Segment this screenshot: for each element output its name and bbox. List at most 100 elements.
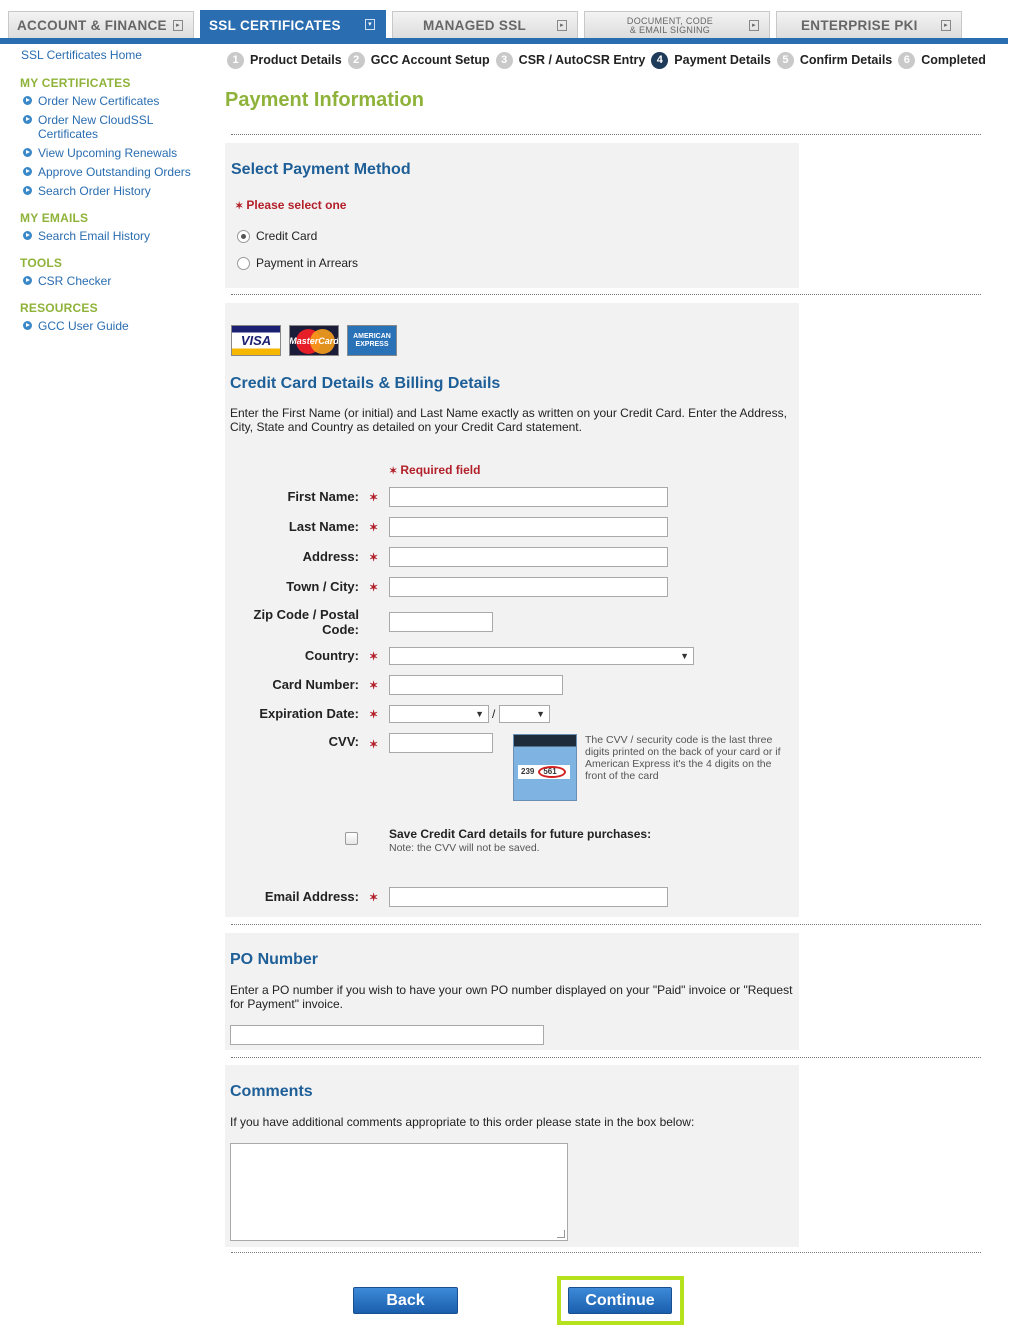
card-number-label: Card Number: [272, 677, 359, 692]
sidebar-item-label: CSR Checker [38, 274, 112, 288]
arrow-bullet-icon [23, 167, 32, 176]
top-navigation: ACCOUNT & FINANCE ▸ SSL CERTIFICATES ▾ M… [0, 0, 1012, 45]
zip-code-input[interactable] [389, 612, 493, 632]
mastercard-logo-icon: MasterCard [289, 325, 339, 356]
po-number-text: Enter a PO number if you wish to have yo… [230, 983, 793, 1011]
last-name-label: Last Name: [288, 519, 359, 534]
step-number: 4 [651, 51, 669, 69]
save-card-note: Note: the CVV will not be saved. [389, 842, 540, 854]
radio-button[interactable] [237, 229, 250, 243]
sidebar-item-approve-outstanding-orders[interactable]: Approve Outstanding Orders [23, 165, 191, 179]
tab-account-finance[interactable]: ACCOUNT & FINANCE ▸ [8, 11, 194, 39]
expiration-month-select[interactable]: ▼ [389, 705, 489, 723]
card-number-input[interactable] [389, 675, 563, 695]
card-back-cvv-icon: 239 561 [513, 734, 577, 801]
tab-label-line2: & EMAIL SIGNING [629, 24, 711, 35]
card-logos: VISA MasterCard AMERICAN EXPRESS [231, 325, 397, 356]
sidebar-heading-tools: TOOLS [20, 256, 63, 270]
tab-managed-ssl[interactable]: MANAGED SSL ▸ [392, 11, 578, 39]
radio-label: Credit Card [256, 229, 318, 243]
chevron-right-icon: ▸ [941, 20, 951, 31]
step-product-details: 1 Product Details [227, 51, 342, 69]
arrow-bullet-icon [23, 148, 32, 157]
po-number-title: PO Number [230, 951, 319, 968]
step-gcc-account-setup: 2 GCC Account Setup [347, 51, 490, 69]
billing-details-title: Credit Card Details & Billing Details [230, 375, 501, 392]
required-note-text: Please select one [246, 198, 347, 212]
divider [231, 1057, 981, 1058]
required-asterisk-icon: ✶ [369, 680, 379, 692]
radio-payment-in-arrears[interactable]: Payment in Arrears [237, 256, 358, 270]
email-input[interactable] [389, 887, 668, 907]
sidebar-item-label: Search Order History [38, 184, 151, 198]
sidebar-item-label: Approve Outstanding Orders [38, 165, 191, 179]
step-payment-details: 4 Payment Details [651, 51, 771, 69]
po-number-input[interactable] [230, 1025, 544, 1045]
asterisk-icon: ✶ [389, 466, 398, 477]
sidebar-item-order-new-cloudssl[interactable]: Order New CloudSSL Certificates [23, 113, 153, 141]
back-button[interactable]: Back [353, 1287, 458, 1314]
sidebar-item-order-new-certificates[interactable]: Order New Certificates [23, 94, 159, 108]
step-csr-entry: 3 CSR / AutoCSR Entry [495, 51, 645, 69]
sidebar-item-label: Order New Certificates [38, 94, 160, 108]
sidebar-link-ssl-home[interactable]: SSL Certificates Home [21, 48, 142, 62]
resize-grip-icon[interactable] [557, 1230, 565, 1238]
last-name-input[interactable] [389, 517, 668, 537]
town-city-label: Town / City: [286, 579, 359, 594]
sidebar-item-gcc-user-guide[interactable]: GCC User Guide [23, 319, 129, 333]
town-city-input[interactable] [389, 577, 668, 597]
sidebar-item-label: Order New CloudSSL Certificates [38, 113, 153, 141]
tab-label: ACCOUNT & FINANCE [17, 18, 167, 33]
required-asterisk-icon: ✶ [369, 552, 379, 564]
step-number: 1 [227, 51, 244, 69]
required-field-note: ✶ Required field [389, 463, 480, 477]
save-card-checkbox[interactable] [345, 832, 358, 845]
step-number: 2 [347, 51, 365, 69]
dropdown-arrow-icon: ▼ [475, 709, 484, 719]
step-label: Payment Details [674, 53, 771, 67]
tab-document-code-email-signing[interactable]: DOCUMENT, CODE & EMAIL SIGNING ▸ [584, 11, 770, 39]
expiration-year-select[interactable]: ▼ [499, 705, 550, 723]
chevron-right-icon: ▸ [749, 20, 759, 31]
step-number: 3 [495, 51, 513, 69]
continue-button[interactable]: Continue [568, 1287, 672, 1314]
arrow-bullet-icon [23, 115, 32, 124]
payment-method-title: Select Payment Method [231, 161, 411, 178]
email-label: Email Address: [264, 889, 359, 904]
asterisk-icon: ✶ [235, 201, 244, 212]
radio-credit-card[interactable]: Credit Card [237, 229, 317, 243]
sidebar-heading-my-emails: MY EMAILS [20, 211, 89, 225]
required-field-text: Required field [400, 463, 481, 477]
first-name-input[interactable] [389, 487, 668, 507]
tab-ssl-certificates[interactable]: SSL CERTIFICATES ▾ [200, 10, 386, 40]
address-label: Address: [302, 549, 359, 564]
step-label: Confirm Details [799, 53, 893, 67]
visa-logo-icon: VISA [231, 325, 281, 356]
tab-label: ENTERPRISE PKI [801, 18, 918, 33]
arrow-bullet-icon [23, 321, 32, 330]
sidebar-item-csr-checker[interactable]: CSR Checker [23, 274, 111, 288]
sidebar-item-view-upcoming-renewals[interactable]: View Upcoming Renewals [23, 146, 177, 160]
first-name-label: First Name: [287, 489, 359, 504]
radio-label: Payment in Arrears [256, 256, 359, 270]
comments-text: If you have additional comments appropri… [230, 1115, 695, 1129]
dropdown-arrow-icon: ▼ [680, 651, 689, 661]
comments-textarea[interactable] [230, 1143, 568, 1241]
required-asterisk-icon: ✶ [369, 739, 379, 751]
cvv-input[interactable] [389, 733, 493, 753]
country-select[interactable]: ▼ [389, 647, 694, 665]
sidebar-item-search-order-history[interactable]: Search Order History [23, 184, 151, 198]
amex-logo-text-1: AMERICAN [353, 332, 391, 340]
dropdown-arrow-icon: ▼ [536, 709, 545, 719]
address-input[interactable] [389, 547, 668, 567]
zip-code-label: Zip Code / Postal Code: [225, 607, 359, 637]
sidebar-item-search-email-history[interactable]: Search Email History [23, 229, 150, 243]
sidebar-item-label: GCC User Guide [38, 319, 129, 333]
radio-button[interactable] [237, 256, 250, 270]
step-label: GCC Account Setup [370, 53, 490, 67]
arrow-bullet-icon [23, 186, 32, 195]
step-number: 6 [898, 51, 916, 69]
required-asterisk-icon: ✶ [369, 651, 379, 663]
tab-enterprise-pki[interactable]: ENTERPRISE PKI ▸ [776, 11, 962, 39]
expiration-date-label: Expiration Date: [259, 706, 359, 721]
